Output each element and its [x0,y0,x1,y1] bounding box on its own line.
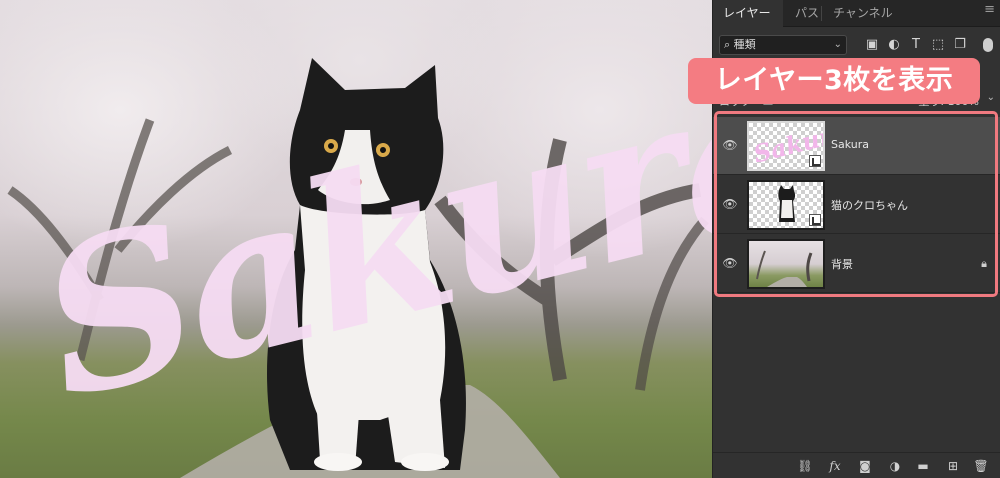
canvas-photo: Sakura [0,0,712,478]
canvas-artwork: Sakura [7,25,712,478]
annotation-label: レイヤー3枚を表示 [688,58,980,104]
mask-icon[interactable]: ◙ [856,457,874,475]
chevron-down-icon[interactable]: ⌄ [987,92,995,103]
trash-icon[interactable]: 🗑︎ [972,457,990,475]
tab-layers[interactable]: レイヤー [713,0,783,27]
adjustment-icon[interactable]: ◑ [886,457,904,475]
panel-footer: ⛓︎ fx ◙ ◑ ▬ ⊞ 🗑︎ [713,452,1000,478]
filter-adjustment-icon[interactable]: ◐ [885,36,903,54]
document-canvas[interactable]: Sakura [0,0,712,478]
folder-icon[interactable]: ▬ [914,457,932,475]
link-icon[interactable]: ⛓︎ [796,457,814,475]
chevron-down-icon: ⌄ [833,39,842,50]
filter-type-icon[interactable]: T [907,36,925,54]
search-icon: ⌕ [724,38,731,51]
filter-shape-icon[interactable]: ⬚ [929,36,947,54]
filter-smartobject-icon[interactable]: ❐ [951,36,969,54]
filter-pixel-icon[interactable]: ▣ [863,36,881,54]
panel-menu-icon[interactable]: ≡ [984,2,995,17]
filter-toggle[interactable] [983,38,993,52]
annotation-highlight-box [714,111,998,297]
new-layer-icon[interactable]: ⊞ [944,457,962,475]
fx-icon[interactable]: fx [826,457,844,475]
panel-tab-bar: レイヤー パス チャンネル ≡ [713,0,1000,27]
tab-channels[interactable]: チャンネル [823,0,903,27]
tab-separator [821,6,822,21]
layer-filter-row: ⌕ 種類 ⌄ ▣ ◐ T ⬚ ❐ [713,30,1000,58]
filter-kind-label: 種類 [733,38,756,51]
filter-kind-select[interactable]: ⌕ 種類 ⌄ [719,35,847,55]
